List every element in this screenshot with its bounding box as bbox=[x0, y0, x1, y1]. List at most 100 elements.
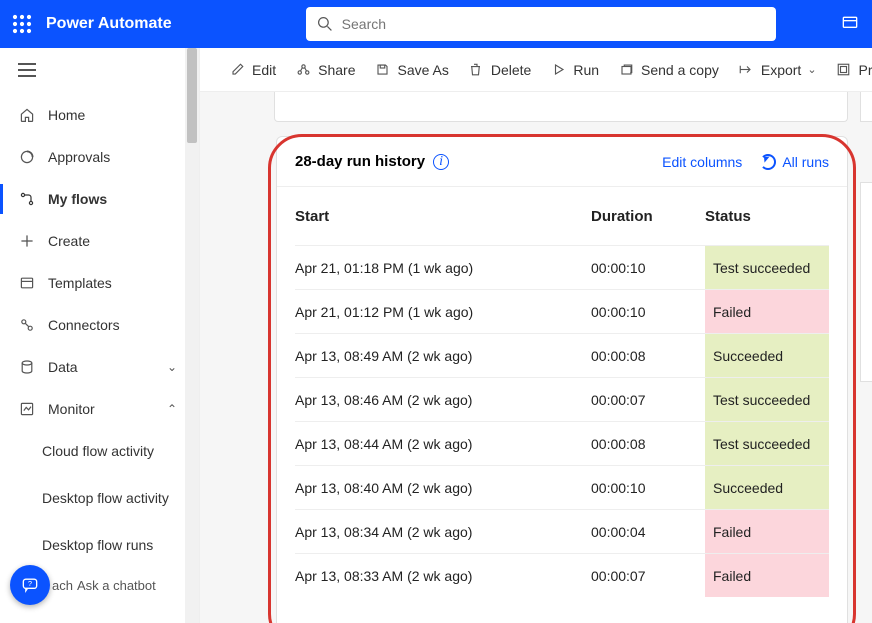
sidebar-item-label: Data bbox=[48, 359, 78, 375]
sidebar-item-create[interactable]: Create bbox=[0, 220, 199, 262]
cell-start: Apr 13, 08:46 AM (2 wk ago) bbox=[295, 392, 591, 408]
chatbot-icon: ? bbox=[10, 565, 50, 605]
sidebar-scrollbar[interactable] bbox=[185, 48, 199, 623]
cell-start: Apr 21, 01:12 PM (1 wk ago) bbox=[295, 304, 591, 320]
sidebar-item-label: Home bbox=[48, 107, 85, 123]
scroll-area: 28-day run history i Edit columns All ru… bbox=[200, 92, 872, 623]
monitor-icon bbox=[18, 400, 36, 418]
chatbot-trunc: ach bbox=[52, 578, 73, 593]
search-box[interactable] bbox=[306, 7, 776, 41]
share-button[interactable]: Share bbox=[294, 61, 355, 79]
edit-columns-link[interactable]: Edit columns bbox=[662, 154, 742, 170]
all-runs-link[interactable]: All runs bbox=[760, 154, 829, 170]
col-header-status[interactable]: Status bbox=[705, 208, 829, 225]
edit-label: Edit bbox=[252, 62, 276, 78]
table-row[interactable]: Apr 13, 08:49 AM (2 wk ago)00:00:08Succe… bbox=[295, 333, 829, 377]
table-row[interactable]: Apr 13, 08:46 AM (2 wk ago)00:00:07Test … bbox=[295, 377, 829, 421]
svg-text:?: ? bbox=[28, 579, 32, 588]
cell-status: Failed bbox=[705, 554, 829, 597]
process-icon bbox=[835, 61, 853, 79]
cell-start: Apr 13, 08:33 AM (2 wk ago) bbox=[295, 568, 591, 584]
sidebar-item-approvals[interactable]: Approvals bbox=[0, 136, 199, 178]
sidebar-item-label: Monitor bbox=[48, 401, 95, 417]
share-label: Share bbox=[318, 62, 355, 78]
approvals-icon bbox=[18, 148, 36, 166]
app-launcher-icon[interactable] bbox=[12, 14, 32, 34]
sidebar-item-monitor[interactable]: Monitor ⌃ bbox=[0, 388, 199, 430]
export-button[interactable]: Export ⌄ bbox=[737, 61, 817, 79]
send-copy-button[interactable]: Send a copy bbox=[617, 61, 719, 79]
environment-icon[interactable] bbox=[840, 14, 860, 34]
top-header: Power Automate bbox=[0, 0, 872, 48]
cell-duration: 00:00:07 bbox=[591, 568, 705, 584]
cell-duration: 00:00:10 bbox=[591, 304, 705, 320]
templates-icon bbox=[18, 274, 36, 292]
card-above-peek bbox=[274, 92, 848, 122]
flows-icon bbox=[18, 190, 36, 208]
save-as-label: Save As bbox=[397, 62, 448, 78]
side-card-peek bbox=[860, 92, 872, 122]
table-row[interactable]: Apr 13, 08:40 AM (2 wk ago)00:00:10Succe… bbox=[295, 465, 829, 509]
cell-status: Test succeeded bbox=[705, 378, 829, 421]
sidebar-sub-desktop-flow-runs[interactable]: Desktop flow runs bbox=[0, 524, 170, 566]
delete-button[interactable]: Delete bbox=[467, 61, 531, 79]
refresh-icon bbox=[760, 154, 776, 170]
share-icon bbox=[294, 61, 312, 79]
chatbot-label: Ask a chatbot bbox=[77, 578, 156, 593]
connectors-icon bbox=[18, 316, 36, 334]
info-icon[interactable]: i bbox=[433, 154, 449, 170]
save-icon bbox=[373, 61, 391, 79]
table-row[interactable]: Apr 21, 01:12 PM (1 wk ago)00:00:10Faile… bbox=[295, 289, 829, 333]
delete-label: Delete bbox=[491, 62, 531, 78]
sidebar-item-connectors[interactable]: Connectors bbox=[0, 304, 199, 346]
side-card-peek-2 bbox=[860, 182, 872, 382]
search-input[interactable] bbox=[342, 16, 766, 32]
sidebar-item-label: Approvals bbox=[48, 149, 110, 165]
sidebar-sub-cloud-flow-activity[interactable]: Cloud flow activity bbox=[0, 430, 170, 472]
cell-duration: 00:00:07 bbox=[591, 392, 705, 408]
run-history-header: 28-day run history i Edit columns All ru… bbox=[277, 137, 847, 187]
table-row[interactable]: Apr 21, 01:18 PM (1 wk ago)00:00:10Test … bbox=[295, 245, 829, 289]
table-row[interactable]: Apr 13, 08:34 AM (2 wk ago)00:00:04Faile… bbox=[295, 509, 829, 553]
sidebar-item-home[interactable]: Home bbox=[0, 94, 199, 136]
save-as-button[interactable]: Save As bbox=[373, 61, 448, 79]
cell-start: Apr 13, 08:34 AM (2 wk ago) bbox=[295, 524, 591, 540]
cell-start: Apr 21, 01:18 PM (1 wk ago) bbox=[295, 260, 591, 276]
col-header-duration[interactable]: Duration bbox=[591, 208, 705, 225]
sidebar-item-label: My flows bbox=[48, 191, 107, 207]
table-row[interactable]: Apr 13, 08:33 AM (2 wk ago)00:00:07Faile… bbox=[295, 553, 829, 597]
send-copy-label: Send a copy bbox=[641, 62, 719, 78]
export-label: Export bbox=[761, 62, 801, 78]
sidebar-item-label: Create bbox=[48, 233, 90, 249]
pencil-icon bbox=[228, 61, 246, 79]
chevron-up-icon: ⌃ bbox=[167, 402, 177, 416]
hamburger-icon[interactable] bbox=[18, 63, 36, 77]
cell-start: Apr 13, 08:44 AM (2 wk ago) bbox=[295, 436, 591, 452]
chatbot-launcher[interactable]: ? ach Ask a chatbot bbox=[10, 565, 156, 605]
table-row[interactable]: Apr 13, 08:44 AM (2 wk ago)00:00:08Test … bbox=[295, 421, 829, 465]
cell-status: Test succeeded bbox=[705, 422, 829, 465]
sidebar: Home Approvals My flows Create Templates… bbox=[0, 48, 200, 623]
sidebar-item-data[interactable]: Data ⌄ bbox=[0, 346, 199, 388]
chevron-down-icon: ⌄ bbox=[807, 63, 816, 76]
cell-duration: 00:00:08 bbox=[591, 348, 705, 364]
sidebar-item-templates[interactable]: Templates bbox=[0, 262, 199, 304]
export-icon bbox=[737, 61, 755, 79]
process-button[interactable]: Pro bbox=[835, 61, 872, 79]
search-icon bbox=[316, 15, 334, 33]
sidebar-item-label: Templates bbox=[48, 275, 112, 291]
home-icon bbox=[18, 106, 36, 124]
cell-status: Succeeded bbox=[705, 466, 829, 509]
edit-button[interactable]: Edit bbox=[228, 61, 276, 79]
cell-duration: 00:00:10 bbox=[591, 260, 705, 276]
cell-status: Failed bbox=[705, 290, 829, 333]
sidebar-sub-desktop-flow-activity[interactable]: Desktop flow activity bbox=[0, 472, 170, 524]
cell-status: Failed bbox=[705, 510, 829, 553]
flow-toolbar: Edit Share Save As Delete Run Send a cop… bbox=[200, 48, 872, 92]
col-header-start[interactable]: Start bbox=[295, 208, 591, 225]
chevron-down-icon: ⌄ bbox=[167, 360, 177, 374]
run-label: Run bbox=[573, 62, 599, 78]
run-button[interactable]: Run bbox=[549, 61, 599, 79]
all-runs-label: All runs bbox=[782, 154, 829, 170]
sidebar-item-my-flows[interactable]: My flows bbox=[0, 178, 199, 220]
